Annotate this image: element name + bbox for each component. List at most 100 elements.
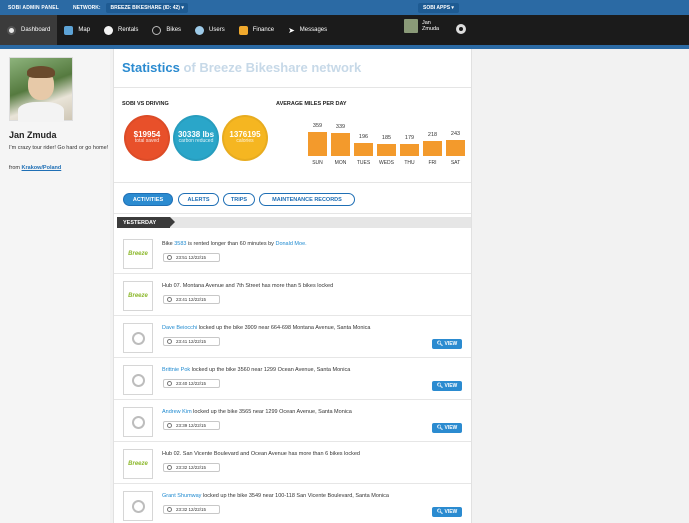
calories-circle: 1376195 calories xyxy=(222,115,268,161)
nav-users[interactable]: Users xyxy=(188,15,232,45)
profile-location-link[interactable]: Krakow/Poland xyxy=(22,165,62,171)
nav-user-last: Zmuda xyxy=(422,26,440,32)
search-icon: 🔍︎ xyxy=(436,341,444,347)
breeze-logo-text: Breeze xyxy=(128,293,148,299)
dashboard-icon xyxy=(7,25,16,35)
activity-timestamp: 23:32 12/22/15 xyxy=(163,463,220,472)
search-icon: 🔍︎ xyxy=(436,383,444,389)
profile-sidebar: Jan Zmuda I'm crazy tour rider! Go hard … xyxy=(0,49,110,523)
profile-bio: I'm crazy tour rider! Go hard or go home… xyxy=(9,145,109,151)
bar-sun xyxy=(308,132,327,156)
carbon-reduced-circle: 30338 lbs carbon reduced xyxy=(173,115,219,161)
bar-mon xyxy=(331,133,350,156)
user-link[interactable]: Andrew Kim xyxy=(162,409,192,415)
admin-panel-label: SOBI ADMIN PANEL xyxy=(8,4,59,11)
gear-icon[interactable] xyxy=(456,24,466,34)
view-label: VIEW xyxy=(444,383,458,389)
user-link[interactable]: Grant Shumway xyxy=(162,493,201,499)
divider xyxy=(114,87,471,88)
nav-finance[interactable]: Finance xyxy=(232,15,281,45)
feed-group-header: YESTERDAY xyxy=(117,217,471,228)
nav-user-first: Jan xyxy=(422,19,431,26)
breeze-logo: Breeze xyxy=(123,449,153,479)
activity-desc: locked up the bike 3565 near 1299 Ocean … xyxy=(191,409,352,415)
activity-time: 23:51 12/22/15 xyxy=(176,255,207,260)
total-saved-label: total saved xyxy=(134,138,160,145)
activity-text: Dave Beiocchi locked up the bike 3909 ne… xyxy=(162,325,370,331)
activity-timestamp: 23:40 12/22/15 xyxy=(163,379,220,388)
list-item: Breeze Bike 3583 is rented longer than 6… xyxy=(114,233,471,274)
list-item: Brittnie Pok locked up the bike 3560 nea… xyxy=(114,359,471,400)
nav-messages[interactable]: ➤ Messages xyxy=(281,15,334,45)
view-button[interactable]: 🔍︎ VIEW xyxy=(432,339,462,349)
calories-label: calories xyxy=(236,138,254,145)
profile-photo xyxy=(9,57,73,122)
clock-icon xyxy=(167,381,172,386)
nav-rentals[interactable]: Rentals xyxy=(97,15,145,45)
activity-timestamp: 23:32 12/22/15 xyxy=(163,505,220,514)
photo-shirt xyxy=(18,102,64,122)
bar-day-label: MON xyxy=(334,160,347,166)
nav-user-menu[interactable]: Jan Zmuda xyxy=(404,19,439,33)
main-nav: Dashboard Map Rentals Bikes Users Financ… xyxy=(0,15,689,45)
user-link[interactable]: Brittnie Pok xyxy=(162,367,190,373)
view-button[interactable]: 🔍︎ VIEW xyxy=(432,423,462,433)
nav-bikes[interactable]: Bikes xyxy=(145,15,188,45)
activity-timestamp: 23:41 12/22/15 xyxy=(163,295,220,304)
view-label: VIEW xyxy=(444,509,458,515)
activity-time: 23:41 12/22/15 xyxy=(176,297,207,302)
bar-day-label: WEDS xyxy=(379,160,394,166)
map-icon xyxy=(64,25,74,35)
list-item: Andrew Kim locked up the bike 3565 near … xyxy=(114,401,471,442)
activity-time: 23:32 12/22/15 xyxy=(176,507,207,512)
user-face-icon xyxy=(131,499,145,513)
finance-icon xyxy=(238,25,248,35)
nav-rentals-label: Rentals xyxy=(118,27,139,33)
bar-weds xyxy=(377,144,396,156)
view-button[interactable]: 🔍︎ VIEW xyxy=(432,381,462,391)
list-item: Breeze Hub 02. San Vicente Boulevard and… xyxy=(114,443,471,484)
nav-messages-label: Messages xyxy=(299,27,328,33)
clock-icon xyxy=(167,339,172,344)
bar-value-label: 185 xyxy=(381,135,392,141)
yesterday-label: YESTERDAY xyxy=(117,217,170,228)
breeze-logo: Breeze xyxy=(123,281,153,311)
rentals-icon xyxy=(104,25,114,35)
avatar xyxy=(404,19,418,33)
bar-thu xyxy=(400,144,419,156)
divider xyxy=(114,213,471,214)
bar-value-label: 339 xyxy=(335,124,346,130)
tab-trips[interactable]: TRIPS xyxy=(223,193,255,206)
tab-activities[interactable]: ACTIVITIES xyxy=(123,193,173,206)
user-avatar xyxy=(123,491,153,521)
network-selector[interactable]: BREEZE BIKESHARE (ID: 42) ▾ xyxy=(106,2,188,13)
activity-text: Grant Shumway locked up the bike 3549 ne… xyxy=(162,493,389,499)
nav-map[interactable]: Map xyxy=(57,15,97,45)
user-face-icon xyxy=(131,373,145,387)
user-link[interactable]: Dave Beiocchi xyxy=(162,325,197,331)
user-face-icon xyxy=(131,331,145,345)
bar-value-label: 243 xyxy=(450,131,461,137)
sobi-apps-dropdown[interactable]: SOBI APPS ▾ xyxy=(418,3,459,13)
view-button[interactable]: 🔍︎ VIEW xyxy=(432,507,462,517)
bar-day-label: SAT xyxy=(450,160,461,166)
tab-alerts[interactable]: ALERTS xyxy=(178,193,219,206)
user-link[interactable]: Donald Moe. xyxy=(275,241,306,247)
bike-link[interactable]: 3583 xyxy=(174,241,186,247)
profile-name: Jan Zmuda xyxy=(9,130,57,140)
nav-dashboard[interactable]: Dashboard xyxy=(0,15,58,45)
clock-icon xyxy=(167,255,172,260)
view-label: VIEW xyxy=(444,341,458,347)
activity-time: 23:41 12/22/15 xyxy=(176,339,207,344)
clock-icon xyxy=(167,423,172,428)
list-item: Dave Beiocchi locked up the bike 3909 ne… xyxy=(114,317,471,358)
tab-maintenance-records[interactable]: MAINTENANCE RECORDS xyxy=(259,193,355,206)
total-saved-circle: $19954 total saved xyxy=(124,115,170,161)
network-label: NETWORK: xyxy=(72,4,101,11)
bar-day-label: SUN xyxy=(312,160,323,166)
nav-user-name: Jan Zmuda xyxy=(422,20,439,33)
stats-title: Statistics xyxy=(122,60,180,75)
bar-value-label: 359 xyxy=(312,123,323,129)
user-face-icon xyxy=(131,415,145,429)
list-item: Grant Shumway locked up the bike 3549 ne… xyxy=(114,485,471,523)
